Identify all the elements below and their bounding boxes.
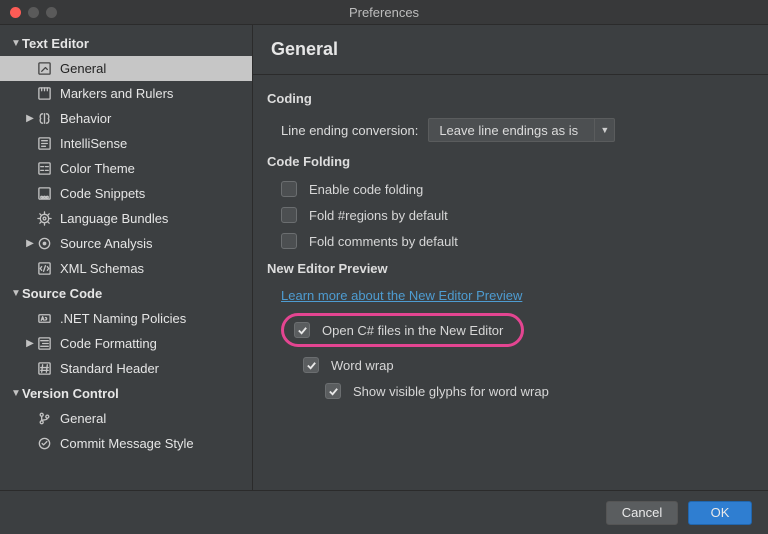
check-circle-icon bbox=[36, 436, 52, 452]
tree-item-code-snippets[interactable]: ▶Code Snippets bbox=[0, 181, 252, 206]
preferences-page: General Coding Line ending conversion: L… bbox=[253, 25, 768, 490]
window-title: Preferences bbox=[0, 5, 768, 20]
section-new-editor-title: New Editor Preview bbox=[267, 261, 764, 276]
chevron-down-icon[interactable]: ▼ bbox=[10, 388, 22, 399]
cancel-button-label: Cancel bbox=[622, 505, 662, 520]
code-folding-checkbox[interactable] bbox=[281, 233, 297, 249]
glyphs-checkbox[interactable] bbox=[325, 383, 341, 399]
section-code-folding-title: Code Folding bbox=[267, 154, 764, 169]
tree-item-label: Commit Message Style bbox=[60, 436, 194, 451]
naming-icon bbox=[36, 311, 52, 327]
hash-icon bbox=[36, 361, 52, 377]
open-csharp-checkbox[interactable] bbox=[294, 322, 310, 338]
branch-icon bbox=[36, 411, 52, 427]
tree-item-label: Version Control bbox=[22, 386, 119, 401]
chevron-down-icon[interactable]: ▼ bbox=[10, 38, 22, 49]
tree-item-version-control[interactable]: ▼Version Control bbox=[0, 381, 252, 406]
tree-item-xml-schemas[interactable]: ▶XML Schemas bbox=[0, 256, 252, 281]
line-ending-row: Line ending conversion: Leave line endin… bbox=[267, 118, 764, 142]
preferences-tree: ▼Text Editor▶General▶Markers and Rulers▶… bbox=[0, 25, 253, 490]
tree-item-language-bundles[interactable]: ▶Language Bundles bbox=[0, 206, 252, 231]
section-coding-title: Coding bbox=[267, 91, 764, 106]
tree-item-text-editor[interactable]: ▼Text Editor bbox=[0, 31, 252, 56]
tree-item-source-analysis[interactable]: ▶ Source Analysis bbox=[0, 231, 252, 256]
tree-item-standard-header[interactable]: ▶Standard Header bbox=[0, 356, 252, 381]
tree-item-label: Standard Header bbox=[60, 361, 159, 376]
tree-item-label: Text Editor bbox=[22, 36, 89, 51]
main-split: ▼Text Editor▶General▶Markers and Rulers▶… bbox=[0, 25, 768, 490]
code-folding-row: Fold comments by default bbox=[267, 233, 764, 249]
format-icon bbox=[36, 336, 52, 352]
snippet-icon bbox=[36, 186, 52, 202]
code-folding-row: Fold #regions by default bbox=[267, 207, 764, 223]
tree-item-label: Language Bundles bbox=[60, 211, 168, 226]
tree-item-source-code[interactable]: ▼Source Code bbox=[0, 281, 252, 306]
tree-item-markers-and-rulers[interactable]: ▶Markers and Rulers bbox=[0, 81, 252, 106]
tree-item-label: .NET Naming Policies bbox=[60, 311, 186, 326]
xml-icon bbox=[36, 261, 52, 277]
chevron-right-icon[interactable]: ▶ bbox=[24, 238, 36, 249]
tree-item-label: General bbox=[60, 61, 106, 76]
cancel-button[interactable]: Cancel bbox=[606, 501, 678, 525]
open-csharp-label: Open C# files in the New Editor bbox=[322, 323, 503, 338]
tree-item-label: IntelliSense bbox=[60, 136, 127, 151]
ok-button-label: OK bbox=[711, 505, 730, 520]
page-header: General bbox=[253, 25, 768, 75]
code-folding-label: Fold comments by default bbox=[309, 234, 458, 249]
tree-item-label: Source Code bbox=[22, 286, 102, 301]
code-folding-label: Fold #regions by default bbox=[309, 208, 448, 223]
chevron-down-icon[interactable]: ▼ bbox=[10, 288, 22, 299]
chevron-right-icon[interactable]: ▶ bbox=[24, 113, 36, 124]
line-ending-value: Leave line endings as is bbox=[429, 123, 594, 138]
tree-item-label: General bbox=[60, 411, 106, 426]
edit-icon bbox=[36, 61, 52, 77]
chevron-right-icon[interactable]: ▶ bbox=[24, 338, 36, 349]
learn-more-link[interactable]: Learn more about the New Editor Preview bbox=[281, 288, 522, 303]
open-csharp-highlight: Open C# files in the New Editor bbox=[281, 313, 524, 347]
line-ending-label: Line ending conversion: bbox=[281, 123, 418, 138]
tree-item-label: Source Analysis bbox=[60, 236, 153, 251]
ruler-icon bbox=[36, 86, 52, 102]
dropdown-arrow-icon: ▼ bbox=[594, 119, 614, 141]
tree-item-label: XML Schemas bbox=[60, 261, 144, 276]
brain-icon bbox=[36, 111, 52, 127]
tree-item-label: Behavior bbox=[60, 111, 111, 126]
code-folding-label: Enable code folding bbox=[309, 182, 423, 197]
palette-icon bbox=[36, 161, 52, 177]
ok-button[interactable]: OK bbox=[688, 501, 752, 525]
tree-item-behavior[interactable]: ▶ Behavior bbox=[0, 106, 252, 131]
tree-item-color-theme[interactable]: ▶Color Theme bbox=[0, 156, 252, 181]
gear-icon bbox=[36, 211, 52, 227]
target-icon bbox=[36, 236, 52, 252]
dialog-footer: Cancel OK bbox=[0, 490, 768, 534]
page-body: Coding Line ending conversion: Leave lin… bbox=[253, 73, 768, 490]
tree-item-general[interactable]: ▶General bbox=[0, 56, 252, 81]
tree-item-intellisense[interactable]: ▶IntelliSense bbox=[0, 131, 252, 156]
glyphs-label: Show visible glyphs for word wrap bbox=[353, 384, 549, 399]
code-folding-checkbox[interactable] bbox=[281, 207, 297, 223]
tree-item-commit-message-style[interactable]: ▶Commit Message Style bbox=[0, 431, 252, 456]
tree-item-label: Color Theme bbox=[60, 161, 135, 176]
line-ending-select[interactable]: Leave line endings as is ▼ bbox=[428, 118, 615, 142]
code-folding-row: Enable code folding bbox=[267, 181, 764, 197]
word-wrap-label: Word wrap bbox=[331, 358, 394, 373]
word-wrap-row: Word wrap bbox=[267, 357, 764, 373]
intellisense-icon bbox=[36, 136, 52, 152]
tree-item-label: Markers and Rulers bbox=[60, 86, 173, 101]
tree-item-label: Code Formatting bbox=[60, 336, 157, 351]
glyphs-row: Show visible glyphs for word wrap bbox=[267, 383, 764, 399]
tree-item--net-naming-policies[interactable]: ▶.NET Naming Policies bbox=[0, 306, 252, 331]
word-wrap-checkbox[interactable] bbox=[303, 357, 319, 373]
learn-more-row: Learn more about the New Editor Preview bbox=[267, 288, 764, 303]
tree-item-label: Code Snippets bbox=[60, 186, 145, 201]
page-title: General bbox=[271, 39, 750, 60]
open-csharp-row: Open C# files in the New Editor bbox=[267, 313, 764, 347]
tree-item-general[interactable]: ▶General bbox=[0, 406, 252, 431]
tree-item-code-formatting[interactable]: ▶ Code Formatting bbox=[0, 331, 252, 356]
titlebar: Preferences bbox=[0, 0, 768, 25]
code-folding-checkbox[interactable] bbox=[281, 181, 297, 197]
